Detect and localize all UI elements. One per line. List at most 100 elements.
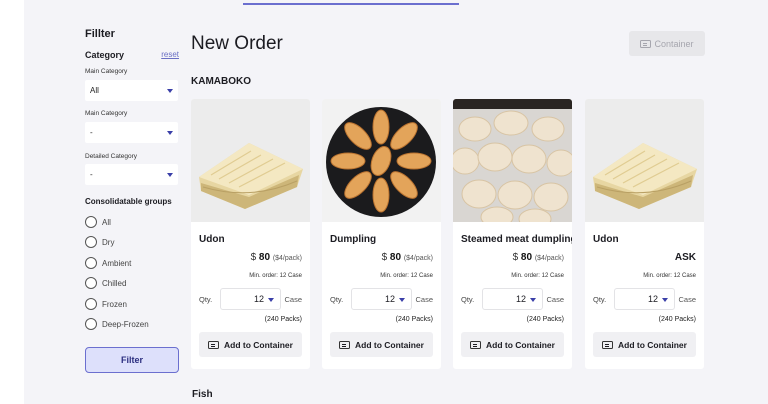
case-label: Case <box>546 295 564 304</box>
steamed-dumpling-image <box>453 99 572 222</box>
main-category-value-2: - <box>90 128 93 137</box>
chevron-down-icon <box>167 89 173 93</box>
price-value: 80 <box>520 252 533 263</box>
container-button[interactable]: Container <box>629 31 705 56</box>
main-category-select[interactable]: All <box>85 80 178 101</box>
main-category-select-2[interactable]: - <box>85 122 178 143</box>
filter-sidebar: Fillter Category reset Main Category All… <box>85 28 179 378</box>
case-label: Case <box>415 295 433 304</box>
detailed-category-select[interactable]: - <box>85 164 178 185</box>
qty-value: 12 <box>515 294 526 304</box>
product-card[interactable]: Dumpling $ 80 ($4/pack) Min. order: 12 C… <box>322 99 441 369</box>
product-price: $ 80 ($4/pack) <box>513 252 564 263</box>
chevron-down-icon <box>167 131 173 135</box>
page-title: New Order <box>191 33 283 54</box>
group-radio-deep-frozen[interactable]: Deep-Frozen <box>85 317 149 331</box>
radio-label: Ambient <box>102 258 132 268</box>
currency: $ <box>381 252 388 263</box>
filter-button[interactable]: Filter <box>85 347 179 373</box>
unit-price: ($4/pack) <box>534 255 564 262</box>
add-button-label: Add to Container <box>224 339 293 350</box>
packs-count: (240 Packs) <box>658 316 696 323</box>
detailed-category-value: - <box>90 170 93 179</box>
qty-select[interactable]: 12 <box>220 288 281 310</box>
container-icon <box>640 39 652 48</box>
add-to-container-button[interactable]: Add to Container <box>199 332 302 357</box>
radio-label: All <box>102 217 111 227</box>
group-radio-frozen[interactable]: Frozen <box>85 297 127 311</box>
min-order: Min. order: 12 Case <box>643 273 696 279</box>
product-price: $ 80 ($4/pack) <box>382 252 433 263</box>
product-name: Steamed meat dumpling <box>461 234 572 245</box>
product-name: Udon <box>199 234 225 245</box>
qty-value: 12 <box>384 294 395 304</box>
product-card[interactable]: Udon ASK Min. order: 12 Case Qty. 12 Cas… <box>585 99 704 369</box>
min-order: Min. order: 12 Case <box>511 273 564 279</box>
currency: $ <box>250 252 257 263</box>
radio-circle-icon <box>85 298 97 310</box>
filter-title: Fillter <box>85 28 115 40</box>
udon-image <box>191 99 310 222</box>
active-tab-indicator <box>243 3 459 5</box>
radio-circle-icon <box>85 257 97 269</box>
qty-label: Qty. <box>330 295 344 304</box>
consolidatable-groups-label: Consolidatable groups <box>85 197 172 206</box>
radio-circle-icon <box>85 277 97 289</box>
unit-price: ($4/pack) <box>403 255 433 262</box>
qty-select[interactable]: 12 <box>614 288 675 310</box>
group-radio-all[interactable]: All <box>85 215 111 229</box>
group-radio-chilled[interactable]: Chilled <box>85 276 126 290</box>
detailed-category-label: Detailed Category <box>85 153 138 160</box>
dumpling-image <box>322 99 441 222</box>
qty-value: 12 <box>253 294 264 304</box>
packs-count: (240 Packs) <box>264 316 302 323</box>
add-button-label: Add to Container <box>486 339 555 350</box>
product-name: Dumpling <box>330 234 377 245</box>
qty-label: Qty. <box>199 295 213 304</box>
radio-label: Deep-Frozen <box>102 319 149 329</box>
category-label: Category <box>85 50 125 60</box>
chevron-down-icon <box>399 298 405 302</box>
container-icon <box>339 340 351 349</box>
case-label: Case <box>678 295 696 304</box>
product-price: $ 80 ($4/pack) <box>251 252 302 263</box>
chevron-down-icon <box>167 173 173 177</box>
radio-label: Dry <box>102 237 115 247</box>
price-value: 80 <box>258 252 271 263</box>
qty-select[interactable]: 12 <box>351 288 412 310</box>
chevron-down-icon <box>662 298 668 302</box>
product-card[interactable]: Steamed meat dumpling $ 80 ($4/pack) Min… <box>453 99 572 369</box>
packs-count: (240 Packs) <box>526 316 564 323</box>
packs-count: (240 Packs) <box>395 316 433 323</box>
reset-link[interactable]: reset <box>161 50 179 59</box>
udon-image <box>585 99 704 222</box>
add-to-container-button[interactable]: Add to Container <box>593 332 696 357</box>
product-name: Udon <box>593 234 619 245</box>
min-order: Min. order: 12 Case <box>249 273 302 279</box>
group-radio-dry[interactable]: Dry <box>85 235 114 249</box>
main-category-value: All <box>90 86 99 95</box>
group-radio-ambient[interactable]: Ambient <box>85 256 131 270</box>
add-button-label: Add to Container <box>618 339 687 350</box>
main-category-label: Main Category <box>85 68 128 75</box>
add-to-container-button[interactable]: Add to Container <box>330 332 433 357</box>
chevron-down-icon <box>530 298 536 302</box>
qty-value: 12 <box>647 294 658 304</box>
radio-circle-icon <box>85 318 97 330</box>
qty-select[interactable]: 12 <box>482 288 543 310</box>
section-title-kamaboko: KAMABOKO <box>191 76 251 87</box>
container-icon <box>208 340 220 349</box>
add-button-label: Add to Container <box>355 339 424 350</box>
container-icon <box>470 340 482 349</box>
add-to-container-button[interactable]: Add to Container <box>461 332 564 357</box>
price-value: 80 <box>389 252 402 263</box>
ask-price: ASK <box>674 252 696 263</box>
radio-label: Frozen <box>102 299 127 309</box>
main-category-label-2: Main Category <box>85 110 128 117</box>
radio-circle-icon <box>85 236 97 248</box>
section-title-fish: Fish <box>192 389 213 400</box>
product-card[interactable]: Udon $ 80 ($4/pack) Min. order: 12 Case … <box>191 99 310 369</box>
currency: $ <box>512 252 519 263</box>
chevron-down-icon <box>268 298 274 302</box>
radio-circle-icon <box>85 216 97 228</box>
